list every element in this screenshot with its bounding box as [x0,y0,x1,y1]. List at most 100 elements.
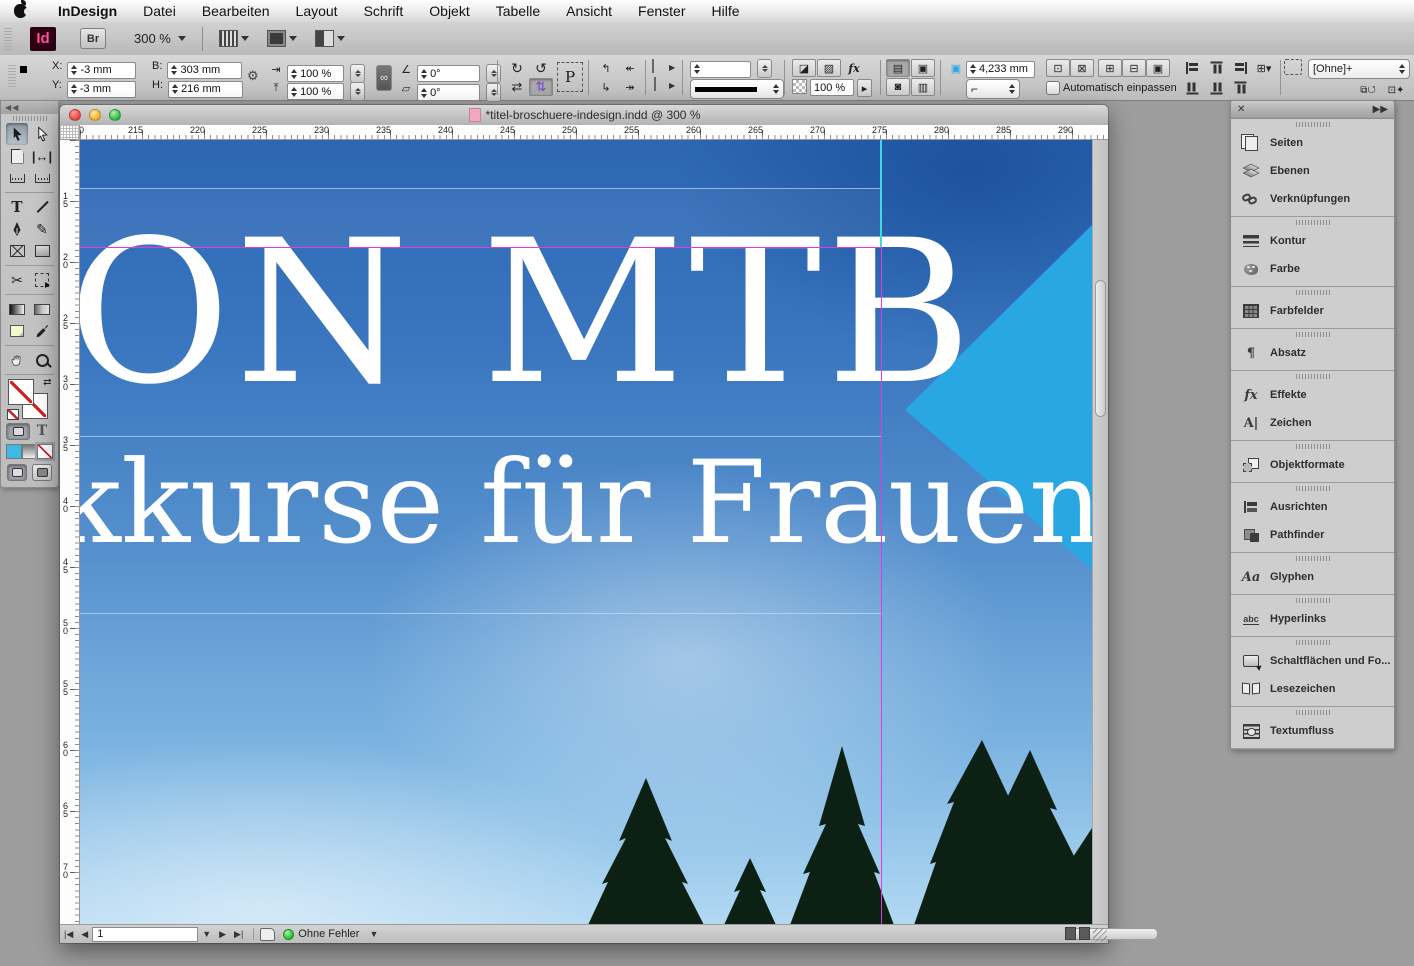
constrain-scale-link-icon[interactable]: ∞ [376,65,392,91]
menu-item-hilfe[interactable]: Hilfe [699,3,753,19]
align-center-button[interactable] [1204,59,1228,77]
constrain-dimensions-icon[interactable]: ⚙ [247,68,259,84]
content-collector-tool-button[interactable] [6,167,28,189]
flip-vertical-button[interactable]: ⇅ [529,78,553,96]
effects-menu-button[interactable]: fx [842,59,866,77]
vertical-scrollbar[interactable] [1092,140,1108,925]
preflight-menu-icon[interactable] [260,928,275,941]
first-page-button[interactable]: |◀ [60,929,77,940]
menu-item-objekt[interactable]: Objekt [416,3,482,19]
menu-item-tabelle[interactable]: Tabelle [483,3,553,19]
panel-button-align[interactable]: Ausrichten [1231,493,1394,521]
flip-horizontal-button[interactable]: ⇄ [505,78,529,96]
stroke-weight-field[interactable] [690,59,772,78]
panel-button-bookmarks[interactable]: Lesezeichen [1231,675,1394,703]
shear-angle-field[interactable]: ▱ 0° [398,79,501,102]
arrange-documents-button[interactable] [315,29,345,49]
clear-overrides-button[interactable]: ⧉↺ [1356,81,1380,99]
y-position-field[interactable]: Y: -3 mm [52,79,136,98]
gradient-feather-tool-button[interactable] [31,298,53,320]
type-tool-button[interactable]: T [6,196,28,218]
corner-shape-dropdown[interactable]: ⌐ [966,79,1020,99]
auto-fit-checkbox[interactable] [1046,81,1060,95]
select-previous-object-button[interactable]: ↞ [618,59,642,77]
dock-close-icon[interactable]: ✕ [1237,104,1245,115]
menu-item-datei[interactable]: Datei [130,3,189,19]
subline-text[interactable]: kkurse für Frauen [80,440,1092,565]
pencil-tool-button[interactable]: ✎ [31,218,53,240]
panel-button-paragraph[interactable]: ¶Absatz [1231,339,1394,367]
gradient-tool-button[interactable] [6,298,28,320]
spread-view-toggle-icon[interactable] [1079,927,1090,940]
drag-dots-icon[interactable] [1296,556,1330,561]
rotate-ccw-button[interactable]: ↺ [529,59,553,77]
rectangle-tool-button[interactable] [31,240,53,262]
distribute-top-button[interactable] [1180,79,1204,97]
align-right-button[interactable] [1228,59,1252,77]
window-title-bar[interactable]: *titel-broschuere-indesign.indd @ 300 % [60,105,1108,126]
formatting-affects-container-button[interactable] [6,423,30,440]
drag-dots-icon[interactable] [1296,710,1330,715]
drag-dots-icon[interactable] [1296,220,1330,225]
panel-button-hyperlinks[interactable]: abcHyperlinks [1231,605,1394,633]
drag-dots-icon[interactable] [13,116,47,121]
default-fill-stroke-icon[interactable] [7,409,19,420]
scale-y-field[interactable]: ⤒ 100 % [268,79,365,101]
distribute-center-button[interactable] [1204,79,1228,97]
pen-tool-button[interactable] [6,218,28,240]
zoom-window-button[interactable] [109,109,121,121]
drag-dots-icon[interactable] [1296,598,1330,603]
panel-button-links[interactable]: Verknüpfungen [1231,185,1394,213]
drag-dots-icon[interactable] [1296,122,1330,127]
drop-shadow-button[interactable]: ◪ [792,59,816,77]
window-resize-grip[interactable] [1093,928,1107,942]
page-number-field[interactable]: 1 [92,927,198,942]
selection-frame-top-edge[interactable] [80,247,882,248]
document-canvas[interactable]: ON MTB kkurse für Frauen [80,140,1092,925]
corner-radius-field[interactable]: 4,233 mm [966,59,1035,78]
panel-button-pages[interactable]: Seiten [1231,129,1394,157]
width-field[interactable]: B: 303 mm [152,60,242,79]
panel-button-color[interactable]: Farbe [1231,255,1394,283]
apply-none-button[interactable] [37,444,53,459]
panel-button-pathfinder[interactable]: Pathfinder [1231,521,1394,549]
stroke-type-dropdown[interactable] [690,79,784,99]
next-page-button[interactable]: ▶ [215,929,230,940]
panel-button-buttons[interactable]: Schaltflächen und Fo... [1231,647,1394,675]
bridge-button[interactable]: Br [80,28,106,49]
tools-panel-header[interactable]: ◀◀ [1,101,58,114]
fill-menu-arrow-icon[interactable]: ▶ [669,63,675,72]
selection-frame-right-edge[interactable] [881,247,882,925]
headline-text[interactable]: ON MTB [80,204,977,422]
minimize-window-button[interactable] [89,109,101,121]
dock-header[interactable]: ✕ ▶▶ [1231,101,1394,119]
hand-tool-button[interactable] [6,349,28,371]
normal-view-mode-button[interactable] [7,464,27,481]
drag-dots-icon[interactable] [1296,444,1330,449]
wrap-jump-button[interactable]: ▥ [911,78,935,96]
menu-item-indesign[interactable]: InDesign [45,3,130,19]
align-left-button[interactable] [1180,59,1204,77]
panel-button-character[interactable]: A|Zeichen [1231,409,1394,437]
drag-dots-icon[interactable] [1296,374,1330,379]
fill-frame-proportionally-button[interactable]: ⊠ [1070,59,1094,77]
drag-dots-icon[interactable] [1296,290,1330,295]
panel-button-stroke[interactable]: Kontur [1231,227,1394,255]
drag-dots-icon[interactable] [1296,332,1330,337]
menu-item-layout[interactable]: Layout [283,3,351,19]
screen-mode-button[interactable] [267,29,297,49]
page-dropdown-icon[interactable]: ▼ [198,929,215,939]
last-page-button[interactable]: ▶| [230,929,247,940]
fit-content-to-frame-button[interactable]: ⊞ [1098,59,1122,77]
panel-button-swatches[interactable]: Farbfelder [1231,297,1394,325]
panel-button-text-wrap[interactable]: Textumfluss [1231,717,1394,745]
line-tool-button[interactable] [31,196,53,218]
guide-line-vertical[interactable] [880,140,882,247]
previous-page-button[interactable]: ◀ [77,929,92,940]
stroke-swatch-none[interactable] [654,77,656,91]
fill-swatch-none[interactable] [652,59,654,73]
apple-icon[interactable] [14,4,27,18]
opacity-field[interactable]: 100 % [810,79,854,96]
free-transform-tool-button[interactable] [31,269,53,291]
page-view-toggle-icon[interactable] [1065,927,1076,940]
